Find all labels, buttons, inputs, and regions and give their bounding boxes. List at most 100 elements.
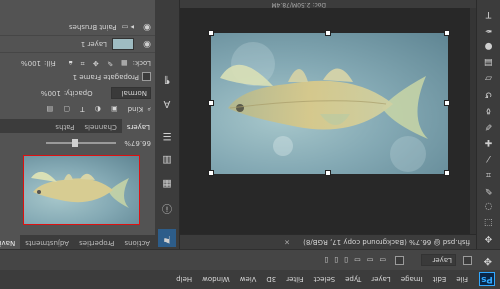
menu-file[interactable]: File: [451, 276, 473, 284]
transform-handle[interactable]: [208, 170, 214, 176]
history-brush-icon[interactable]: ↺: [482, 88, 495, 99]
gradient-icon[interactable]: ▤: [482, 56, 495, 67]
healing-brush-icon[interactable]: ✚: [482, 136, 495, 147]
adjust-sliders-icon[interactable]: ☰: [161, 129, 173, 141]
opacity-label: Opacity:: [63, 89, 93, 97]
fill-label: Fill:: [44, 59, 56, 67]
eyedropper-icon[interactable]: ⁄: [482, 152, 495, 163]
character-icon[interactable]: A: [161, 97, 173, 109]
tab-properties[interactable]: Properties: [74, 235, 119, 249]
menu-view[interactable]: View: [235, 276, 262, 284]
transform-handle[interactable]: [444, 170, 450, 176]
visibility-eye-icon[interactable]: ◉: [139, 39, 155, 49]
layer-select[interactable]: Layer: [421, 254, 456, 267]
close-tab-icon[interactable]: ×: [284, 238, 290, 246]
show-transform-checkbox[interactable]: [392, 255, 404, 266]
lock-icons[interactable]: ▦ ✎ ✥ ⌗ 🔒︎: [66, 59, 128, 68]
zoom-slider[interactable]: [46, 139, 117, 147]
panel-icon-strip: ⚑ ⓘ ▦ ▥ ☰ A ¶: [154, 0, 180, 249]
swatches-icon[interactable]: ▦: [161, 177, 173, 189]
align-left-icon[interactable]: ▯: [344, 257, 348, 265]
layer-row-paint-brushes[interactable]: ◉ ▸ ▭ Paint Brushes: [0, 19, 155, 36]
kind-filter-row: ⌕ Kind ▣ ◐ T ▢ ▤: [4, 103, 151, 115]
filter-search-icon[interactable]: ⌕: [147, 105, 151, 114]
align-right-icon[interactable]: ▯: [325, 257, 329, 265]
styles-icon[interactable]: ▥: [161, 153, 173, 165]
transform-handle[interactable]: [325, 30, 331, 36]
fish-image[interactable]: [211, 33, 448, 174]
photoshop-window: Ps File Edit Image Layer Type Select Fil…: [0, 0, 500, 289]
zoom-slider-thumb[interactable]: [72, 139, 79, 147]
layer-name[interactable]: Layer 1: [81, 40, 107, 48]
transform-handle[interactable]: [444, 30, 450, 36]
lock-label: Lock:: [132, 59, 151, 67]
tab-paths[interactable]: Paths: [50, 119, 79, 133]
move-icon[interactable]: ✥: [482, 232, 495, 243]
vertical-scrollbar[interactable]: [470, 0, 476, 234]
transform-handle[interactable]: [444, 100, 450, 106]
menu-layer[interactable]: Layer: [366, 276, 396, 284]
info-icon[interactable]: ⓘ: [161, 201, 173, 213]
propagate-label: Propagate Frame 1: [72, 73, 139, 81]
menu-image[interactable]: Image: [396, 276, 428, 284]
align-top-icon[interactable]: ▭: [379, 257, 386, 265]
quick-select-icon[interactable]: ✎: [482, 184, 495, 195]
type-icon[interactable]: T: [482, 8, 495, 19]
tab-actions[interactable]: Actions: [119, 235, 155, 249]
marquee-icon[interactable]: ⬚: [482, 216, 495, 227]
tab-navigator[interactable]: Navigator: [0, 235, 21, 249]
filter-type-icons[interactable]: ▣ ◐ T ▢ ▤: [43, 105, 118, 113]
visibility-eye-icon[interactable]: ◉: [139, 22, 155, 32]
menu-3d[interactable]: 3D: [261, 276, 281, 284]
tab-adjustments[interactable]: Adjustments: [20, 235, 74, 249]
move-tool-icon[interactable]: ✥: [484, 255, 492, 266]
tab-channels[interactable]: Channels: [79, 119, 121, 133]
document-tab[interactable]: fish.psd @ 66.7% (Background copy 17, RG…: [180, 234, 476, 249]
navigator-tabs: Actions Properties Adjustments Navigator: [0, 235, 155, 249]
align-center-icon[interactable]: ▯: [334, 257, 338, 265]
propagate-row: Propagate Frame 1: [4, 71, 151, 83]
menu-help[interactable]: Help: [171, 276, 197, 284]
navigator-thumbnail[interactable]: [23, 155, 140, 225]
options-bar: ✥ Layer ▭ ▭ ▭ ▯ ▯ ▯: [0, 249, 500, 270]
zoom-value[interactable]: 66.67%: [124, 139, 151, 147]
auto-select-checkbox[interactable]: [460, 255, 472, 266]
menu-edit[interactable]: Edit: [428, 276, 452, 284]
lock-row: Lock: ▦ ✎ ✥ ⌗ 🔒︎ Fill: 100%: [4, 57, 151, 69]
layer-name[interactable]: Paint Brushes: [69, 23, 117, 31]
blend-mode-select[interactable]: Normal: [110, 87, 151, 99]
menu-window[interactable]: Window: [197, 276, 235, 284]
history-icon[interactable]: ⚑: [161, 232, 173, 244]
fish-illustration: [220, 42, 428, 172]
eraser-icon[interactable]: ▱: [482, 72, 495, 83]
brush-icon[interactable]: ✐: [482, 120, 495, 131]
auto-select-dropdown[interactable]: Layer: [421, 254, 456, 267]
clone-stamp-icon[interactable]: ⚱: [482, 104, 495, 115]
fill-value[interactable]: 100%: [21, 59, 41, 67]
kind-filter[interactable]: Kind: [128, 105, 143, 113]
paragraph-icon[interactable]: ¶: [161, 73, 173, 85]
tab-layers[interactable]: Layers: [121, 119, 155, 133]
dodge-icon[interactable]: ●: [482, 40, 495, 51]
align-bottom-icon[interactable]: ▭: [354, 257, 361, 265]
lasso-icon[interactable]: ◌: [482, 200, 495, 211]
canvas-area[interactable]: [180, 0, 476, 234]
checkbox-box[interactable]: [395, 256, 404, 265]
menu-select[interactable]: Select: [309, 276, 341, 284]
transform-handle[interactable]: [208, 30, 214, 36]
pen-icon[interactable]: ✒: [482, 24, 495, 35]
document-title: fish.psd @ 66.7% (Background copy 17, RG…: [303, 238, 470, 246]
menu-type[interactable]: Type: [340, 276, 366, 284]
layer-row-layer-1[interactable]: ◉ Layer 1: [0, 36, 155, 53]
align-middle-icon[interactable]: ▭: [367, 257, 374, 265]
propagate-checkbox[interactable]: [142, 72, 151, 82]
menu-filter[interactable]: Filter: [281, 276, 308, 284]
transform-handle[interactable]: [325, 170, 331, 176]
align-icons: ▭ ▭ ▭ ▯ ▯ ▯: [325, 255, 386, 266]
transform-handle[interactable]: [208, 100, 214, 106]
checkbox-box[interactable]: [463, 256, 472, 265]
layers-tabs: Layers Channels Paths: [0, 119, 155, 133]
crop-icon[interactable]: ⌗: [482, 168, 495, 179]
thumbnail-fish: [31, 171, 129, 208]
opacity-value[interactable]: 100%: [41, 89, 61, 97]
